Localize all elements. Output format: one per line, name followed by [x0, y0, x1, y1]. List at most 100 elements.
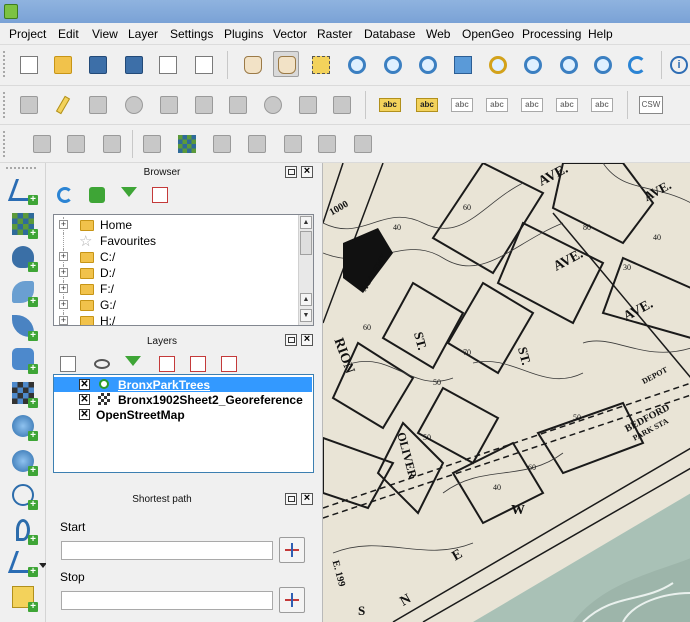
close-panel-button[interactable]: × — [301, 166, 313, 178]
expand-all-button[interactable] — [156, 353, 178, 375]
touch-zoom-pan-button[interactable] — [240, 52, 266, 78]
zoom-next-button[interactable] — [590, 52, 616, 78]
node-tool-button[interactable] — [191, 92, 217, 118]
tree-item-d-drive[interactable]: + D:/ — [54, 265, 294, 281]
menu-database[interactable]: Database — [364, 27, 415, 41]
new-shapefile-button[interactable] — [63, 131, 89, 157]
layer-row-openstreetmap[interactable]: ✕ OpenStreetMap — [54, 407, 312, 422]
tree-item-home[interactable]: + Home — [54, 217, 294, 233]
add-wms-layer-button[interactable] — [244, 131, 270, 157]
open-project-button[interactable] — [50, 52, 76, 78]
float-panel-button[interactable] — [285, 166, 297, 178]
add-vector-layer-side-button[interactable]: + — [7, 175, 39, 205]
close-panel-button[interactable]: × — [301, 493, 313, 505]
scroll-up-icon[interactable]: ▲ — [300, 216, 312, 229]
current-edits-button[interactable] — [16, 92, 42, 118]
add-mssql-layer-button[interactable]: + — [8, 311, 38, 341]
zoom-native-button[interactable] — [415, 52, 441, 78]
add-wcs-layer-button[interactable]: + — [8, 446, 38, 476]
menu-help[interactable]: Help — [588, 27, 613, 41]
capture-stop-point-button[interactable] — [279, 587, 305, 613]
scroll-down-icon[interactable]: ▼ — [300, 309, 312, 322]
menu-settings[interactable]: Settings — [170, 27, 213, 41]
filter-legend-button[interactable] — [122, 353, 144, 375]
zoom-full-button[interactable] — [450, 52, 476, 78]
add-feature-button[interactable] — [121, 92, 147, 118]
save-as-button[interactable] — [121, 52, 147, 78]
toggle-editing-button[interactable] — [50, 92, 76, 118]
expand-icon[interactable]: + — [59, 284, 68, 293]
metasearch-button[interactable]: CSW — [638, 92, 664, 118]
new-temp-layer-button[interactable] — [99, 131, 125, 157]
add-db2-layer-button[interactable]: + — [8, 344, 38, 374]
layer-row-bronxparktrees[interactable]: ✕ BronxParkTrees — [54, 377, 312, 392]
expand-icon[interactable]: + — [59, 300, 68, 309]
menu-web[interactable]: Web — [426, 27, 450, 41]
zoom-last-button[interactable] — [556, 52, 582, 78]
new-vector-layer-button[interactable]: + — [7, 547, 39, 577]
zoom-out-button[interactable] — [380, 52, 406, 78]
zoom-to-selection-button[interactable] — [485, 52, 511, 78]
save-layer-edits-button[interactable] — [85, 92, 111, 118]
new-project-button[interactable] — [16, 52, 42, 78]
add-wfs-layer-button[interactable]: + — [8, 480, 38, 510]
toolbar-grip[interactable] — [6, 167, 36, 171]
new-print-composer-button[interactable] — [155, 52, 181, 78]
expand-icon[interactable]: + — [59, 316, 68, 325]
reshape-features-button[interactable] — [314, 131, 340, 157]
split-features-button[interactable] — [350, 131, 376, 157]
expand-icon[interactable]: + — [59, 252, 68, 261]
menu-opengeo[interactable]: OpenGeo — [462, 27, 514, 41]
layer-visibility-checkbox[interactable]: ✕ — [79, 394, 90, 405]
toolbar-grip[interactable] — [3, 131, 7, 157]
scroll-thumb[interactable] — [300, 231, 312, 255]
remove-layer-button[interactable] — [218, 353, 240, 375]
browser-filter-button[interactable] — [118, 184, 140, 206]
move-label-button[interactable]: abc — [519, 92, 545, 118]
composer-manager-button[interactable] — [191, 52, 217, 78]
refresh-button[interactable] — [624, 52, 650, 78]
add-wms-side-button[interactable]: + — [8, 411, 38, 441]
pan-map-button[interactable] — [273, 51, 299, 77]
add-vector-layer-button[interactable] — [139, 131, 165, 157]
menu-raster[interactable]: Raster — [317, 27, 352, 41]
paste-features-button[interactable] — [329, 92, 355, 118]
tree-item-favourites[interactable]: ☆ Favourites — [54, 233, 294, 250]
change-label-button[interactable]: abc — [589, 92, 615, 118]
styling-button[interactable] — [57, 353, 79, 375]
layer-labeling-button[interactable]: abc — [377, 92, 403, 118]
toolbar-grip[interactable] — [3, 51, 7, 77]
expand-icon[interactable]: + — [59, 220, 68, 229]
visibility-dropdown-button[interactable] — [91, 353, 113, 375]
save-project-button[interactable] — [85, 52, 111, 78]
zoom-in-button[interactable] — [344, 52, 370, 78]
expand-icon[interactable]: + — [59, 268, 68, 277]
menu-view[interactable]: View — [92, 27, 118, 41]
collapse-all-button[interactable] — [187, 353, 209, 375]
menu-layer[interactable]: Layer — [128, 27, 158, 41]
close-panel-button[interactable]: × — [301, 334, 313, 346]
delete-selected-button[interactable] — [225, 92, 251, 118]
layer-visibility-checkbox[interactable]: ✕ — [79, 409, 90, 420]
add-oracle-layer-button[interactable]: + — [8, 378, 38, 408]
stop-point-input[interactable] — [61, 591, 273, 610]
add-raster-layer-side-button[interactable]: + — [8, 209, 38, 239]
add-spatialite-layer-button[interactable]: + — [8, 277, 38, 307]
add-delimited-text-side-button[interactable]: + — [8, 515, 38, 545]
new-spatialite-layer-button[interactable] — [29, 131, 55, 157]
add-postgis-layer-button[interactable]: + — [8, 242, 38, 272]
move-feature-button[interactable] — [156, 92, 182, 118]
browser-refresh-button[interactable] — [54, 184, 76, 206]
menu-plugins[interactable]: Plugins — [224, 27, 263, 41]
menu-processing[interactable]: Processing — [522, 27, 581, 41]
start-point-input[interactable] — [61, 541, 273, 560]
show-hide-labels-button[interactable]: abc — [484, 92, 510, 118]
layer-diagram-button[interactable]: abc — [414, 92, 440, 118]
browser-scrollbar[interactable]: ▲ ▲ ▼ — [298, 215, 313, 325]
tree-item-f-drive[interactable]: + F:/ — [54, 281, 294, 297]
map-canvas[interactable]: 1000 AVE. AVE. AVE. AVE. RION ST. ST. OL… — [322, 163, 690, 622]
tree-item-c-drive[interactable]: + C:/ — [54, 249, 294, 265]
menu-vector[interactable]: Vector — [273, 27, 307, 41]
browser-collapse-all-button[interactable] — [149, 184, 171, 206]
toolbar-grip[interactable] — [3, 92, 7, 118]
